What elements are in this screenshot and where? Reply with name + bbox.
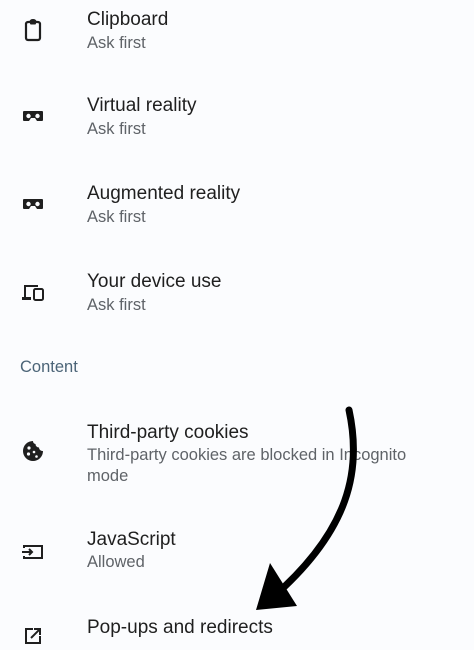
setting-item-virtual-reality[interactable]: Virtual reality Ask first <box>0 90 474 170</box>
setting-item-popups-redirects[interactable]: Pop-ups and redirects <box>0 612 474 644</box>
setting-item-javascript[interactable]: JavaScript Allowed <box>0 524 474 604</box>
setting-subtitle: Third-party cookies are blocked in Incog… <box>87 446 407 485</box>
ar-headset-icon <box>19 190 47 218</box>
javascript-icon <box>19 538 47 566</box>
setting-item-augmented-reality[interactable]: Augmented reality Ask first <box>0 178 474 258</box>
setting-title: Pop-ups and redirects <box>87 617 273 638</box>
open-in-new-icon <box>19 622 47 650</box>
setting-subtitle: Ask first <box>87 296 146 314</box>
setting-title: Clipboard <box>87 9 169 30</box>
setting-item-clipboard[interactable]: Clipboard Ask first <box>0 2 474 82</box>
site-settings-list: Clipboard Ask first Virtual reality Ask … <box>0 0 474 644</box>
vr-headset-icon <box>19 102 47 130</box>
devices-icon <box>19 278 47 306</box>
setting-item-device-use[interactable]: Your device use Ask first <box>0 266 474 346</box>
setting-title: Augmented reality <box>87 183 241 204</box>
setting-title: Your device use <box>87 271 222 292</box>
setting-subtitle: Ask first <box>87 120 146 138</box>
setting-subtitle: Ask first <box>87 208 146 226</box>
setting-title: Third-party cookies <box>87 422 249 443</box>
section-header-content: Content <box>20 358 78 376</box>
setting-title: Virtual reality <box>87 95 197 116</box>
clipboard-icon <box>19 16 47 44</box>
setting-item-third-party-cookies[interactable]: Third-party cookies Third-party cookies … <box>0 417 474 489</box>
setting-title: JavaScript <box>87 529 176 550</box>
cookie-icon <box>19 437 47 465</box>
setting-subtitle: Ask first <box>87 34 146 52</box>
setting-subtitle: Allowed <box>87 553 145 571</box>
